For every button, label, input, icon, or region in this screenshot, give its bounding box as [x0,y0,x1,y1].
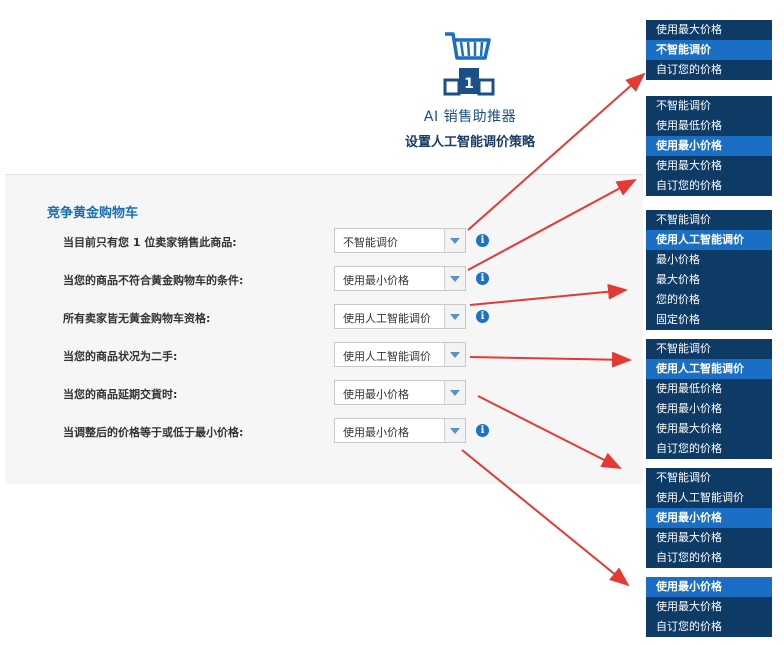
arrow-2 [467,179,637,271]
annotation-arrows [461,72,646,587]
arrow-3 [469,283,628,306]
arrow-1 [467,72,646,231]
arrow-6 [461,449,630,587]
arrow-4 [469,351,632,368]
arrow-5 [477,395,622,469]
